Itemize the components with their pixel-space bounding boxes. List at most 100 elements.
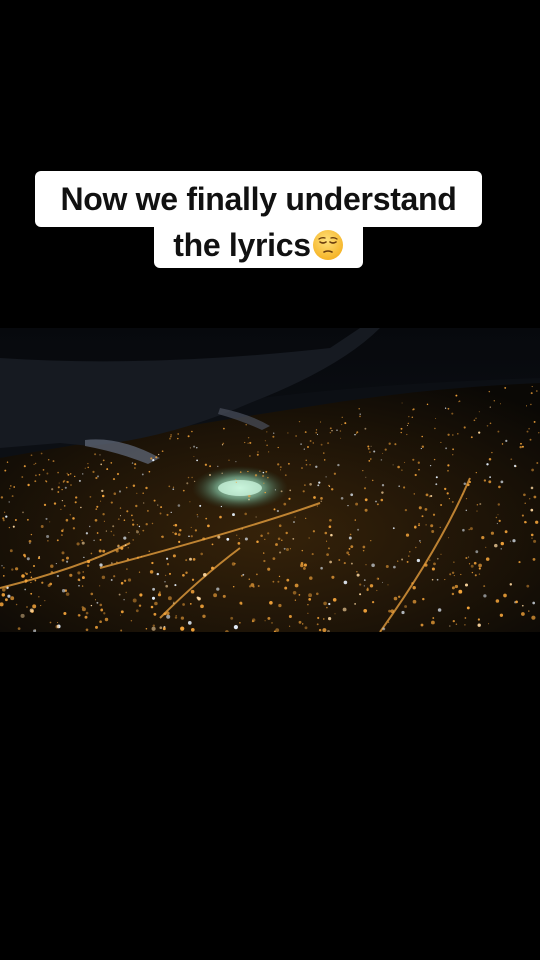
video-frame[interactable]: [0, 328, 540, 632]
city-light: [341, 424, 343, 426]
city-light: [247, 436, 250, 439]
city-light: [397, 465, 400, 469]
city-light: [88, 525, 91, 528]
city-light: [535, 390, 538, 392]
city-light: [99, 620, 102, 624]
city-light: [286, 578, 290, 582]
city-light: [326, 553, 329, 556]
city-light: [191, 476, 193, 479]
city-light: [172, 554, 176, 558]
city-light: [292, 591, 297, 595]
city-light: [22, 511, 24, 514]
city-light: [85, 628, 89, 632]
city-light: [337, 463, 340, 467]
city-light: [415, 546, 417, 549]
city-light: [157, 504, 159, 506]
city-light: [202, 537, 206, 541]
city-light: [66, 472, 68, 475]
caption-text-line-2: the lyrics: [173, 226, 311, 263]
city-light: [521, 604, 524, 607]
city-light: [281, 539, 283, 541]
city-light: [435, 476, 438, 479]
city-light: [194, 529, 198, 532]
city-light: [497, 430, 500, 433]
city-light: [209, 474, 211, 476]
city-light: [293, 521, 295, 523]
city-light: [172, 486, 175, 488]
city-light: [287, 432, 289, 434]
city-light: [56, 539, 59, 542]
city-light: [15, 603, 18, 606]
city-light: [110, 562, 113, 565]
city-light: [11, 568, 14, 571]
city-light: [289, 489, 292, 492]
city-light: [151, 596, 156, 600]
city-light: [216, 587, 220, 591]
city-light: [192, 558, 196, 561]
city-light: [358, 408, 360, 410]
city-light: [304, 626, 308, 630]
city-light: [364, 427, 367, 430]
city-light: [86, 564, 90, 568]
city-light: [185, 571, 188, 575]
city-light: [331, 575, 335, 579]
city-light: [154, 601, 158, 606]
city-light: [252, 585, 255, 588]
city-light: [528, 427, 530, 430]
city-light: [400, 427, 403, 430]
city-light: [530, 486, 534, 490]
city-light: [473, 419, 476, 422]
city-light: [24, 588, 27, 591]
city-light: [275, 628, 280, 632]
city-light: [478, 411, 480, 413]
city-light: [369, 451, 371, 453]
city-light: [158, 453, 160, 456]
city-light: [452, 448, 455, 451]
city-light: [211, 566, 214, 570]
city-light: [160, 506, 163, 509]
city-light: [84, 615, 88, 619]
city-light: [177, 433, 180, 435]
city-light: [158, 591, 161, 594]
city-light: [112, 478, 116, 481]
city-light: [7, 594, 11, 598]
city-light: [462, 528, 465, 532]
city-light: [373, 450, 376, 453]
city-light: [205, 517, 208, 520]
city-light: [63, 505, 66, 507]
city-light: [418, 506, 422, 510]
city-light: [190, 627, 195, 632]
city-light: [397, 560, 399, 562]
city-light: [478, 573, 481, 575]
city-light: [288, 497, 291, 500]
city-light: [61, 589, 66, 593]
city-light: [475, 417, 477, 420]
city-light: [401, 610, 405, 615]
city-light: [182, 603, 185, 606]
city-light: [24, 579, 28, 583]
city-light: [529, 438, 532, 441]
city-light: [350, 562, 353, 565]
city-light: [445, 447, 448, 450]
city-light: [348, 554, 350, 556]
city-light: [457, 433, 459, 435]
city-light: [13, 486, 16, 488]
city-light: [285, 531, 288, 535]
city-light: [307, 603, 309, 606]
city-light: [172, 488, 175, 491]
city-light: [117, 518, 120, 521]
city-light: [191, 578, 195, 581]
city-light: [520, 442, 522, 445]
city-light: [316, 433, 319, 435]
city-light: [535, 520, 539, 524]
city-light: [382, 452, 384, 454]
city-light: [110, 530, 113, 533]
city-light: [467, 483, 470, 487]
city-light: [447, 433, 450, 436]
city-light: [26, 557, 30, 561]
city-light: [370, 540, 372, 542]
city-light: [92, 470, 95, 473]
city-light: [135, 504, 138, 508]
city-light: [365, 564, 367, 566]
city-light: [304, 431, 307, 434]
